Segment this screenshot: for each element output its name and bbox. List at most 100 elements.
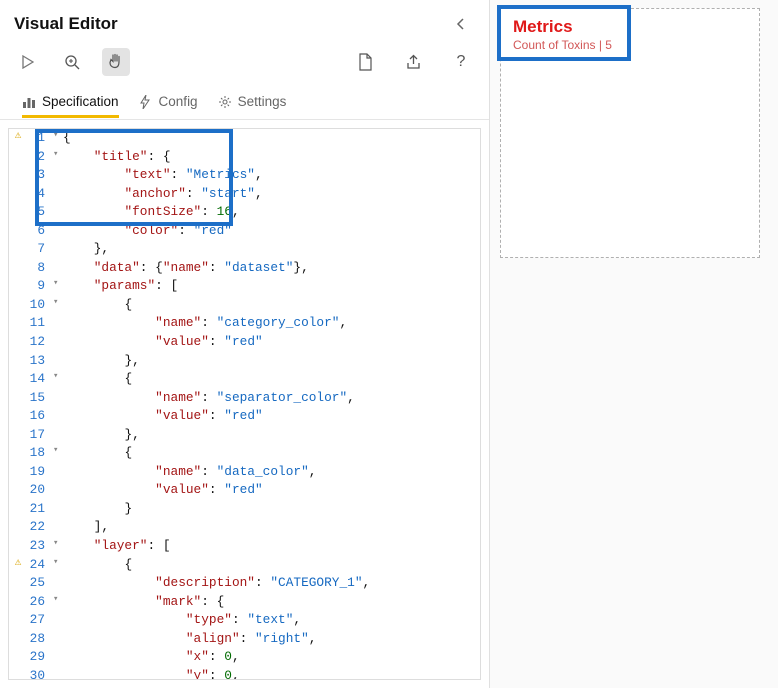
code-line[interactable]: 7 }, [9,240,480,259]
code-text: "description": "CATEGORY_1", [63,574,480,593]
app-root: Visual Editor [0,0,778,688]
code-text: "name": "separator_color", [63,389,480,408]
fold-icon[interactable]: ▾ [53,148,63,161]
code-line[interactable]: 5 "fontSize": 16, [9,203,480,222]
line-number: 2 [27,148,53,167]
fold-icon[interactable]: ▾ [53,537,63,550]
line-number: 3 [27,166,53,185]
line-number: 25 [27,574,53,593]
code-text: "mark": { [63,593,480,612]
line-number: 11 [27,314,53,333]
new-file-icon[interactable] [351,48,379,76]
export-icon[interactable] [399,48,427,76]
play-icon[interactable] [14,48,42,76]
line-number: 17 [27,426,53,445]
code-line[interactable]: 30 "y": 0, [9,667,480,680]
code-line[interactable]: 14▾ { [9,370,480,389]
preview-pane: Metrics Count of Toxins | 5 [490,0,778,688]
fold-icon[interactable]: ▾ [53,370,63,383]
fold-icon[interactable]: ▾ [53,129,63,142]
line-number: 13 [27,352,53,371]
code-text: "params": [ [63,277,480,296]
code-line[interactable]: 16 "value": "red" [9,407,480,426]
code-line[interactable]: 17 }, [9,426,480,445]
code-line[interactable]: 3 "text": "Metrics", [9,166,480,185]
code-text: "layer": [ [63,537,480,556]
line-number: 19 [27,463,53,482]
tab-config[interactable]: Config [139,90,198,119]
code-text: { [63,129,480,148]
line-number: 26 [27,593,53,612]
editor-pane: Visual Editor [0,0,490,688]
lightning-icon [139,95,153,109]
code-text: } [63,500,480,519]
code-line[interactable]: 22 ], [9,518,480,537]
code-text: ], [63,518,480,537]
code-line[interactable]: 27 "type": "text", [9,611,480,630]
code-line[interactable]: 8 "data": {"name": "dataset"}, [9,259,480,278]
code-text: "fontSize": 16, [63,203,480,222]
code-text: "value": "red" [63,333,480,352]
line-number: 16 [27,407,53,426]
code-line[interactable]: 29 "x": 0, [9,648,480,667]
line-number: 5 [27,203,53,222]
code-line[interactable]: 21 } [9,500,480,519]
code-line[interactable]: 20 "value": "red" [9,481,480,500]
code-line[interactable]: 9▾ "params": [ [9,277,480,296]
code-text: "y": 0, [63,667,480,680]
auto-zoom-icon[interactable] [58,48,86,76]
line-number: 24 [27,556,53,575]
code-line[interactable]: 28 "align": "right", [9,630,480,649]
pan-icon[interactable] [102,48,130,76]
code-text: "align": "right", [63,630,480,649]
code-line[interactable]: 23▾ "layer": [ [9,537,480,556]
code-line[interactable]: 19 "name": "data_color", [9,463,480,482]
line-number: 15 [27,389,53,408]
line-number: 18 [27,444,53,463]
code-line[interactable]: 11 "name": "category_color", [9,314,480,333]
tab-bar: Specification Config Settings [0,84,489,120]
gutter-warning-icon: ⚠ [9,129,27,145]
tab-label: Settings [238,94,287,109]
fold-icon[interactable]: ▾ [53,444,63,457]
code-text: "value": "red" [63,407,480,426]
code-text: { [63,556,480,575]
line-number: 7 [27,240,53,259]
code-text: "x": 0, [63,648,480,667]
gear-icon [218,95,232,109]
code-line[interactable]: 18▾ { [9,444,480,463]
code-text: "name": "data_color", [63,463,480,482]
line-number: 4 [27,185,53,204]
help-icon[interactable]: ? [447,48,475,76]
tab-label: Specification [42,94,119,109]
toolbar: ? [0,42,489,84]
line-number: 27 [27,611,53,630]
tab-settings[interactable]: Settings [218,90,287,119]
fold-icon[interactable]: ▾ [53,296,63,309]
code-text: { [63,296,480,315]
code-line[interactable]: 2▾ "title": { [9,148,480,167]
code-text: }, [63,352,480,371]
fold-icon[interactable]: ▾ [53,556,63,569]
tab-specification[interactable]: Specification [22,90,119,119]
code-line[interactable]: 15 "name": "separator_color", [9,389,480,408]
line-number: 10 [27,296,53,315]
code-line[interactable]: 12 "value": "red" [9,333,480,352]
fold-icon[interactable]: ▾ [53,277,63,290]
code-line[interactable]: 6 "color": "red" [9,222,480,241]
fold-icon[interactable]: ▾ [53,593,63,606]
code-editor[interactable]: ⚠1▾{2▾ "title": {3 "text": "Metrics",4 "… [8,128,481,680]
code-line[interactable]: 25 "description": "CATEGORY_1", [9,574,480,593]
code-text: "name": "category_color", [63,314,480,333]
code-text: "anchor": "start", [63,185,480,204]
code-text: { [63,370,480,389]
code-line[interactable]: 13 }, [9,352,480,371]
collapse-pane-icon[interactable] [447,10,475,38]
code-line[interactable]: 26▾ "mark": { [9,593,480,612]
code-line[interactable]: ⚠1▾{ [9,129,480,148]
code-line[interactable]: ⚠24▾ { [9,556,480,575]
code-line[interactable]: 10▾ { [9,296,480,315]
code-text: }, [63,240,480,259]
line-number: 12 [27,333,53,352]
code-line[interactable]: 4 "anchor": "start", [9,185,480,204]
